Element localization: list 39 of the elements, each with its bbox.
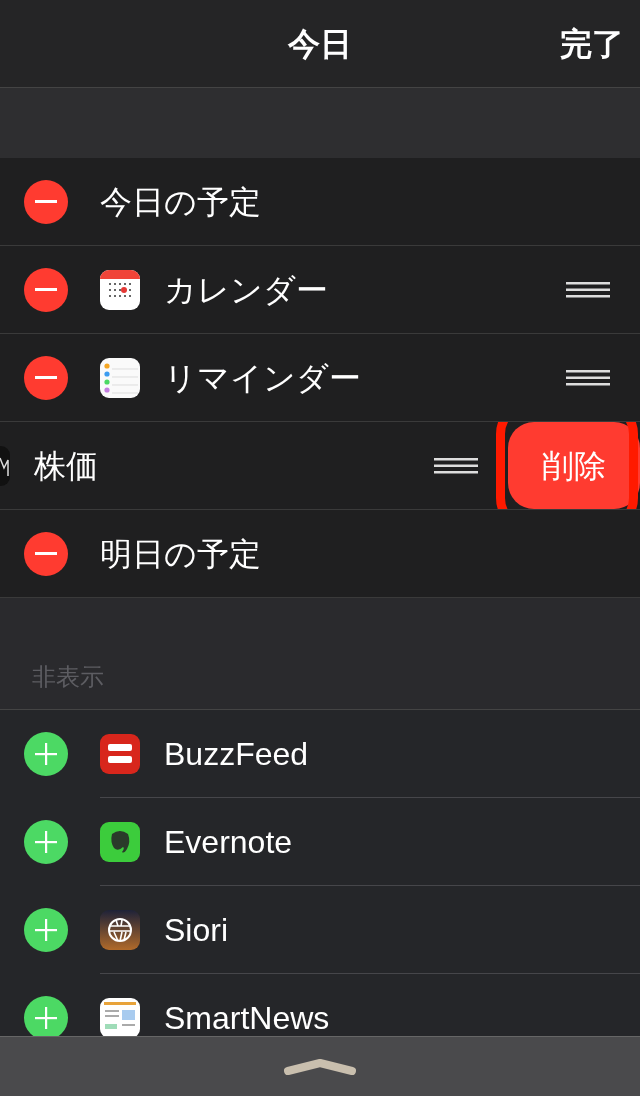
widget-label: 株価 (34, 446, 98, 486)
minus-icon (35, 200, 57, 203)
plus-icon (35, 1007, 57, 1029)
reorder-handle-icon[interactable] (566, 369, 610, 386)
widget-label: Siori (164, 910, 228, 950)
elephant-icon (100, 821, 140, 862)
minus-icon (35, 376, 57, 379)
grabber-icon[interactable] (283, 1057, 357, 1076)
widget-label: BuzzFeed (164, 734, 309, 774)
calendar-icon (100, 269, 140, 310)
minus-icon (35, 288, 57, 291)
delete-button[interactable]: 削除 (508, 422, 640, 509)
remove-button[interactable] (24, 355, 68, 400)
minus-icon (35, 552, 57, 555)
plus-icon (35, 743, 57, 765)
widget-label: リマインダー (164, 358, 361, 398)
add-button[interactable] (24, 732, 68, 776)
newspaper-icon (100, 997, 140, 1036)
reorder-handle-icon[interactable] (434, 457, 478, 474)
widget-label: 明日の予定 (100, 534, 261, 574)
add-button[interactable] (24, 996, 68, 1036)
add-button[interactable] (24, 908, 68, 952)
globe-icon (100, 909, 140, 950)
widget-label: SmartNews (164, 998, 330, 1036)
done-button[interactable]: 完了 (560, 19, 624, 68)
app-icon (100, 733, 140, 774)
stock-chart-icon (0, 445, 10, 486)
plus-icon (35, 919, 57, 941)
remove-button[interactable] (24, 267, 68, 312)
widget-label: Evernote (164, 822, 293, 862)
remove-button[interactable] (24, 179, 68, 224)
widget-label: カレンダー (164, 270, 328, 310)
list-icon (100, 357, 140, 398)
remove-button[interactable] (24, 531, 68, 576)
add-button[interactable] (24, 820, 68, 864)
reorder-handle-icon[interactable] (566, 281, 610, 298)
screen-title: 今日 (288, 24, 352, 64)
widget-label: 今日の予定 (100, 182, 261, 222)
plus-icon (35, 831, 57, 853)
